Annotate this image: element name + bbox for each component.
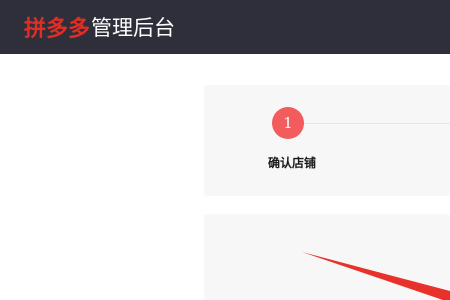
step-1-number: 1 xyxy=(283,114,293,132)
step-1-indicator: 1 xyxy=(272,107,304,139)
brand-name: 拼多多 xyxy=(24,17,91,42)
top-header-bar: 拼多多 管理后台 xyxy=(0,0,450,54)
step-1-label: 确认店铺 xyxy=(267,156,316,170)
step-connector-line xyxy=(304,123,450,124)
content-panel xyxy=(204,214,450,300)
app-title: 管理后台 xyxy=(91,16,176,40)
app-logo[interactable]: 拼多多 管理后台 xyxy=(24,10,175,44)
step-progress-panel: 1 确认店铺 xyxy=(204,85,450,196)
